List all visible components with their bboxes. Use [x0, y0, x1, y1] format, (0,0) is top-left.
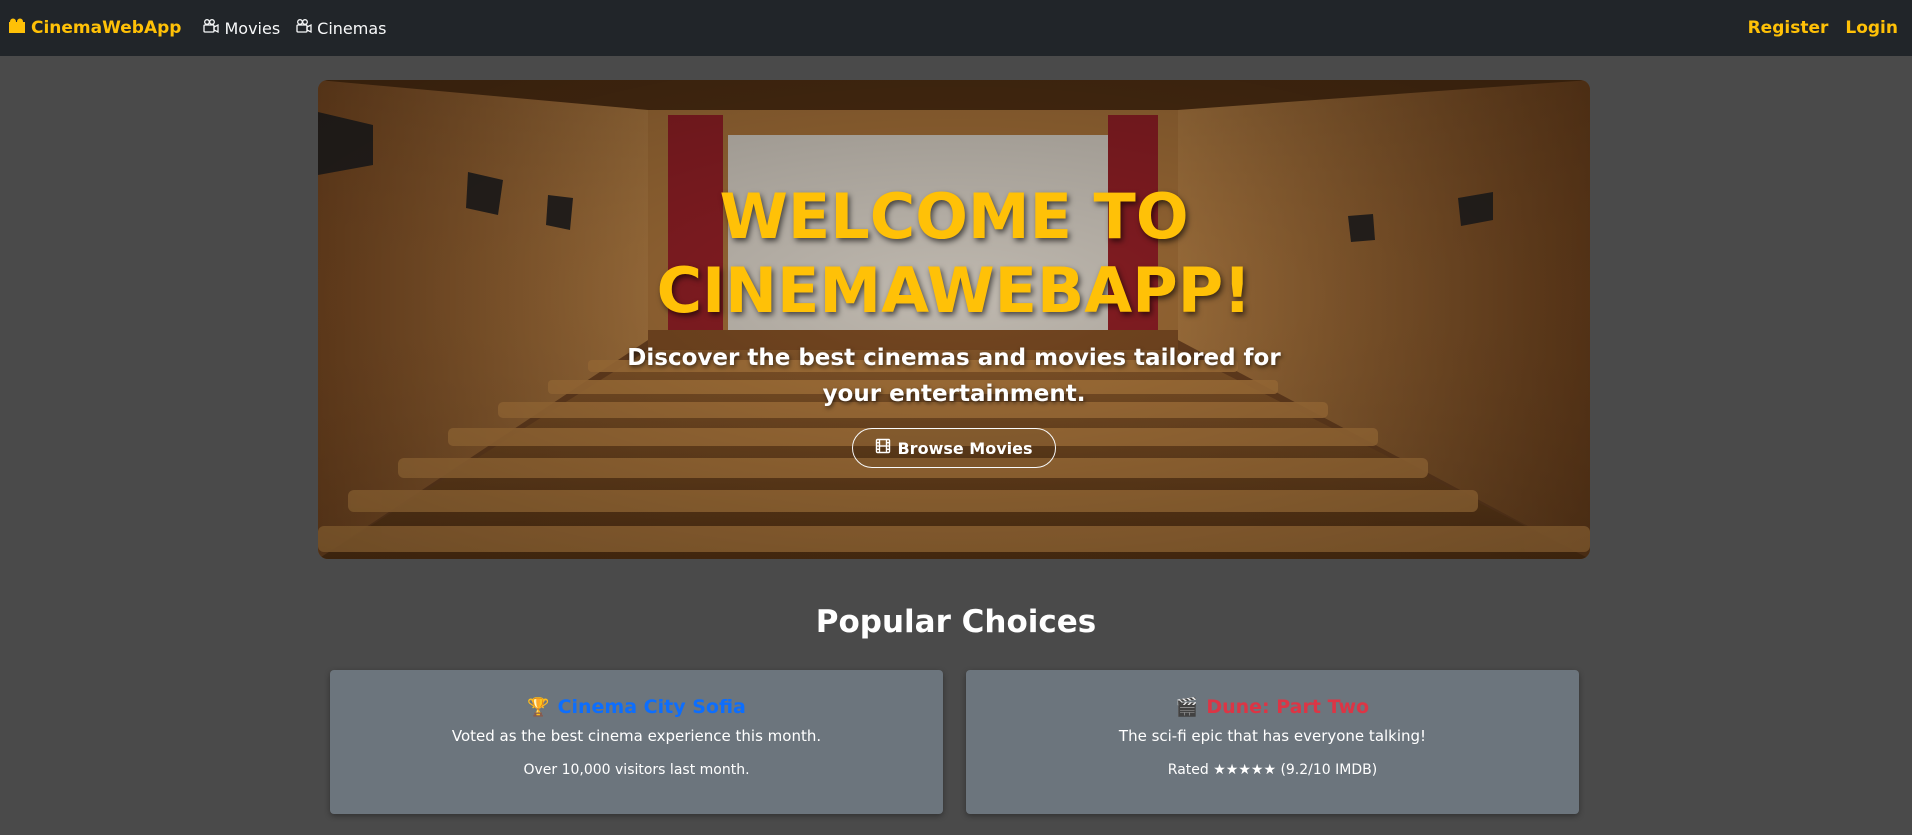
card-title-text: Dune: Part Two	[1206, 696, 1370, 718]
register-link[interactable]: Register	[1748, 18, 1829, 38]
camera-icon	[203, 18, 220, 38]
hero-title: WELCOME TO CINEMAWEBAPP!	[656, 180, 1252, 327]
nav-movies-label: Movies	[224, 18, 281, 38]
hero-content: WELCOME TO CINEMAWEBAPP! Discover the be…	[318, 180, 1590, 468]
brand-name: CinemaWebApp	[31, 18, 182, 38]
card-title-text: Cinema City Sofia	[557, 696, 746, 718]
popular-card-cinema: 🏆 Cinema City Sofia Voted as the best ci…	[330, 670, 943, 814]
browse-movies-label: Browse Movies	[897, 438, 1033, 458]
nav-cinemas-label: Cinemas	[317, 18, 387, 38]
card-description: The sci-fi epic that has everyone talkin…	[1118, 727, 1427, 745]
card-meta: Rated ★★★★★ (9.2/10 IMDB)	[1167, 762, 1378, 778]
hero-banner: WELCOME TO CINEMAWEBAPP! Discover the be…	[318, 80, 1590, 559]
nav-cinemas-link[interactable]: Cinemas	[296, 18, 386, 38]
clapperboard-icon: 🎬	[1175, 696, 1199, 718]
popular-card-movie: 🎬 Dune: Part Two The sci-fi epic that ha…	[966, 670, 1579, 814]
ticket-icon	[8, 18, 26, 39]
card-description: Voted as the best cinema experience this…	[451, 727, 822, 745]
brand-link[interactable]: CinemaWebApp	[8, 18, 181, 39]
login-link[interactable]: Login	[1845, 18, 1898, 38]
nav-movies-link[interactable]: Movies	[203, 18, 280, 38]
card-title-link[interactable]: 🏆 Cinema City Sofia	[527, 696, 746, 718]
trophy-icon: 🏆	[527, 696, 550, 718]
top-navbar: CinemaWebApp Movies Cinemas Register Log…	[0, 0, 1912, 56]
card-title-link[interactable]: 🎬 Dune: Part Two	[1176, 696, 1369, 718]
card-meta: Over 10,000 visitors last month.	[523, 762, 750, 778]
popular-choices-heading: Popular Choices	[815, 604, 1097, 640]
camera-icon	[296, 18, 312, 38]
hero-subtitle: Discover the best cinemas and movies tai…	[627, 345, 1281, 407]
browse-movies-button[interactable]: Browse Movies	[852, 428, 1056, 468]
auth-links: Register Login	[1748, 18, 1904, 38]
film-icon	[875, 438, 891, 458]
